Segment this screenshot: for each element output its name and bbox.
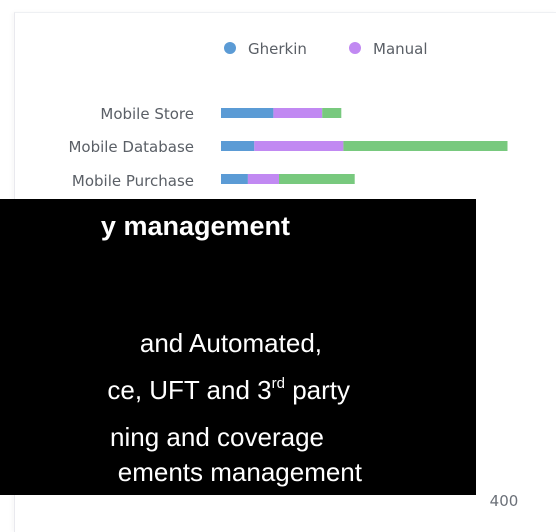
overlay-title: y management [100, 211, 290, 241]
bar-mobile-store-series-3 [322, 108, 342, 118]
category-label-mobile-database: Mobile Database [68, 138, 194, 156]
legend-label-gherkin: Gherkin [248, 40, 307, 58]
overlay-line-4: ements management [117, 457, 362, 487]
bar-mobile-purchase-series-3 [279, 174, 355, 184]
overlay-line-3: ning and coverage [110, 422, 324, 452]
overlay-line-2-tail: party [284, 375, 350, 405]
legend-swatch-gherkin [224, 42, 236, 54]
legend-swatch-manual [349, 42, 361, 54]
overlay-line-2: ce, UFT and 3rd party [107, 375, 350, 406]
bar-mobile-database-manual [254, 141, 344, 151]
bar-mobile-purchase-manual [247, 174, 279, 184]
slide-text-overlay: y management and Automated, ce, UFT and … [0, 199, 476, 495]
chart-legend: Gherkin Manual [224, 40, 428, 58]
bar-mobile-store-gherkin [221, 108, 274, 118]
overlay-line-1: and Automated, [139, 328, 322, 358]
bar-mobile-purchase-gherkin [221, 174, 248, 184]
category-axis-labels: Mobile Store Mobile Database Mobile Purc… [68, 105, 194, 190]
category-label-mobile-purchase: Mobile Purchase [72, 172, 194, 190]
overlay-line-2-text: ce, UFT and 3 [107, 375, 272, 405]
overlay-line-2-superscript: rd [271, 375, 285, 392]
bar-mobile-store-manual [273, 108, 323, 118]
x-tick-label-400: 400 [490, 492, 519, 510]
category-label-mobile-store: Mobile Store [100, 105, 194, 123]
bars-group [221, 108, 508, 184]
bar-mobile-database-gherkin [221, 141, 255, 151]
legend-label-manual: Manual [373, 40, 428, 58]
bar-mobile-database-series-3 [343, 141, 508, 151]
